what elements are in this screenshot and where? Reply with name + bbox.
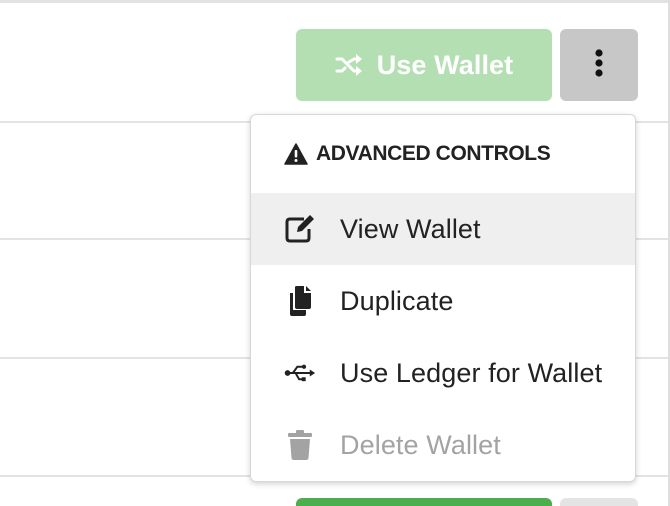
wallet-list-page: Use Wallet ADVANCED CONTROLS View Wallet…: [0, 0, 670, 506]
next-more-options-button[interactable]: [560, 498, 638, 506]
trash-icon: [284, 429, 316, 461]
menu-item-duplicate[interactable]: Duplicate: [251, 265, 635, 337]
menu-item-label: Use Ledger for Wallet: [340, 357, 603, 388]
advanced-controls-dropdown: ADVANCED CONTROLS View Wallet Duplicate: [250, 114, 636, 482]
menu-item-delete-wallet[interactable]: Delete Wallet: [251, 409, 635, 481]
copy-icon: [284, 285, 316, 317]
dropdown-header: ADVANCED CONTROLS: [251, 115, 635, 193]
use-wallet-label: Use Wallet: [376, 49, 514, 80]
usb-icon: [284, 357, 316, 389]
warning-triangle-icon: [284, 143, 308, 165]
wallet-row: Use Wallet: [0, 3, 668, 123]
dropdown-header-label: ADVANCED CONTROLS: [316, 142, 551, 165]
next-use-wallet-button[interactable]: [296, 498, 552, 506]
menu-item-label: Delete Wallet: [340, 429, 501, 460]
more-options-button[interactable]: [560, 29, 638, 101]
menu-item-label: View Wallet: [340, 213, 481, 244]
menu-item-view-wallet[interactable]: View Wallet: [251, 193, 635, 265]
menu-item-label: Duplicate: [340, 285, 454, 316]
use-wallet-button[interactable]: Use Wallet: [296, 29, 552, 101]
edit-icon: [284, 213, 316, 245]
menu-item-use-ledger[interactable]: Use Ledger for Wallet: [251, 337, 635, 409]
random-shuffle-icon: [335, 51, 363, 79]
vertical-ellipsis-icon: [594, 48, 604, 82]
